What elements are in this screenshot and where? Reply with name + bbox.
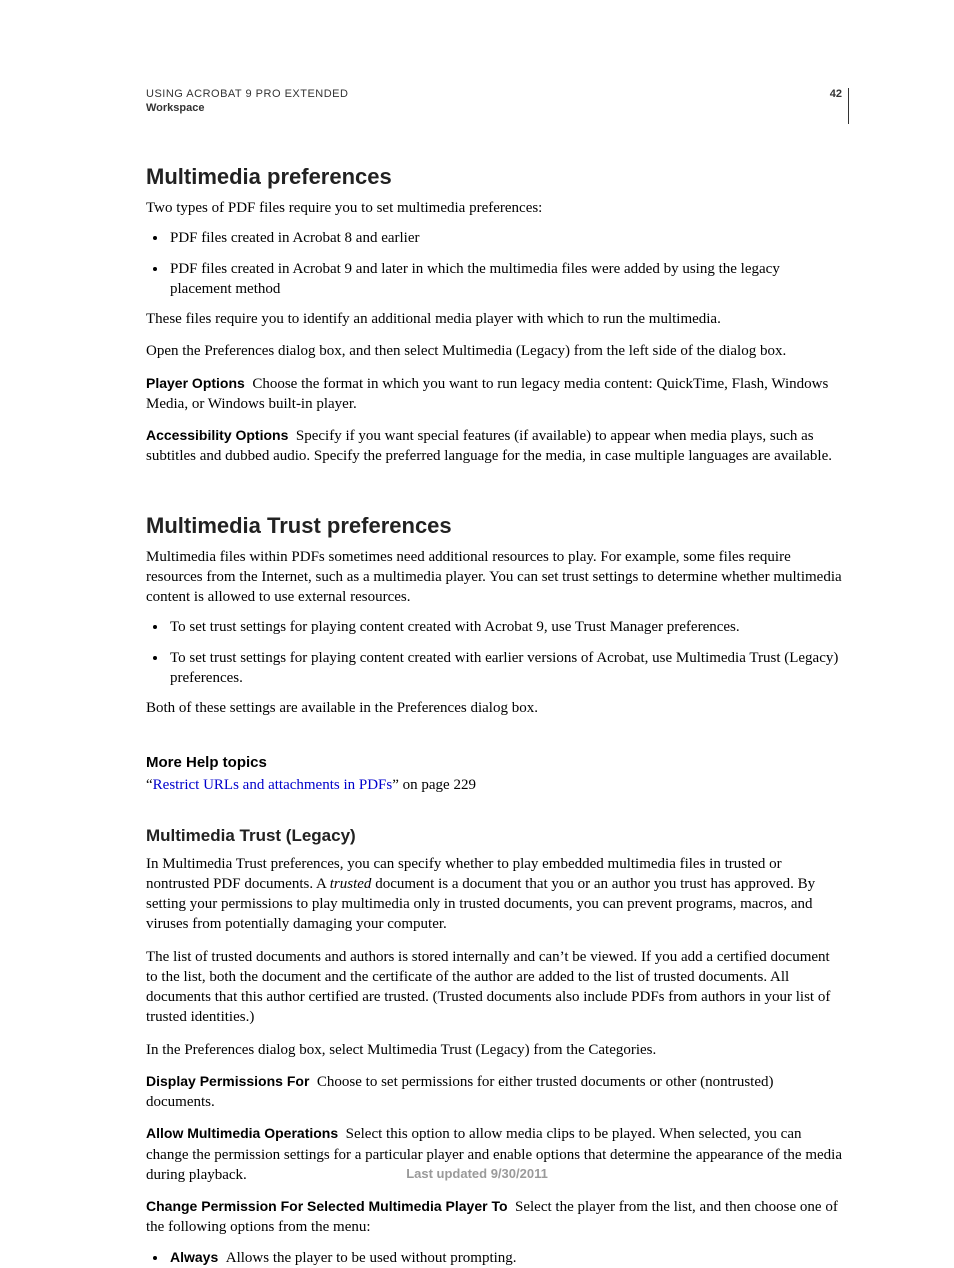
page-number: 42: [830, 88, 842, 100]
heading-more-help-topics: More Help topics: [146, 754, 844, 771]
option-text: Allows the player to be used without pro…: [226, 1250, 517, 1266]
emphasis-trusted: trusted: [330, 876, 372, 892]
paragraph: Both of these settings are available in …: [146, 698, 844, 718]
option-label: Display Permissions For: [146, 1073, 309, 1089]
option-label: Accessibility Options: [146, 427, 288, 443]
footer-last-updated: Last updated 9/30/2011: [0, 1166, 954, 1181]
list-item: PDF files created in Acrobat 9 and later…: [168, 259, 844, 300]
list-item: PDF files created in Acrobat 8 and earli…: [168, 228, 844, 248]
paragraph: Open the Preferences dialog box, and the…: [146, 341, 844, 361]
option-display-permissions: Display Permissions For Choose to set pe…: [146, 1072, 844, 1113]
link-restrict-urls[interactable]: Restrict URLs and attachments in PDFs: [153, 777, 393, 793]
heading-multimedia-preferences: Multimedia preferences: [146, 164, 844, 190]
bullet-list: To set trust settings for playing conten…: [146, 617, 844, 688]
related-link-line: “Restrict URLs and attachments in PDFs” …: [146, 775, 844, 795]
list-item: To set trust settings for playing conten…: [168, 617, 844, 637]
option-accessibility: Accessibility Options Specify if you wan…: [146, 426, 844, 467]
heading-multimedia-trust-preferences: Multimedia Trust preferences: [146, 513, 844, 539]
paragraph: Two types of PDF files require you to se…: [146, 198, 844, 218]
paragraph: The list of trusted documents and author…: [146, 947, 844, 1028]
header-section: Workspace: [146, 102, 844, 114]
paragraph: These files require you to identify an a…: [146, 309, 844, 329]
bullet-list: Always Allows the player to be used with…: [146, 1248, 844, 1268]
header-divider: [848, 88, 850, 124]
heading-multimedia-trust-legacy: Multimedia Trust (Legacy): [146, 826, 844, 846]
paragraph: Multimedia files within PDFs sometimes n…: [146, 547, 844, 608]
bullet-list: PDF files created in Acrobat 8 and earli…: [146, 228, 844, 299]
document-page: 42 USING ACROBAT 9 PRO EXTENDED Workspac…: [0, 0, 954, 1235]
option-change-permission: Change Permission For Selected Multimedi…: [146, 1197, 844, 1238]
option-label: Change Permission For Selected Multimedi…: [146, 1198, 508, 1214]
option-player: Player Options Choose the format in whic…: [146, 374, 844, 415]
link-tail: ” on page 229: [392, 777, 476, 793]
option-text: Choose the format in which you want to r…: [146, 376, 828, 412]
option-label-always: Always: [170, 1249, 218, 1265]
option-label: Player Options: [146, 375, 245, 391]
quote-open: “: [146, 777, 153, 793]
option-label: Allow Multimedia Operations: [146, 1125, 338, 1141]
paragraph: In Multimedia Trust preferences, you can…: [146, 854, 844, 935]
header-product: USING ACROBAT 9 PRO EXTENDED: [146, 88, 844, 100]
list-item: To set trust settings for playing conten…: [168, 648, 844, 689]
paragraph: In the Preferences dialog box, select Mu…: [146, 1040, 844, 1060]
list-item: Always Allows the player to be used with…: [168, 1248, 844, 1268]
